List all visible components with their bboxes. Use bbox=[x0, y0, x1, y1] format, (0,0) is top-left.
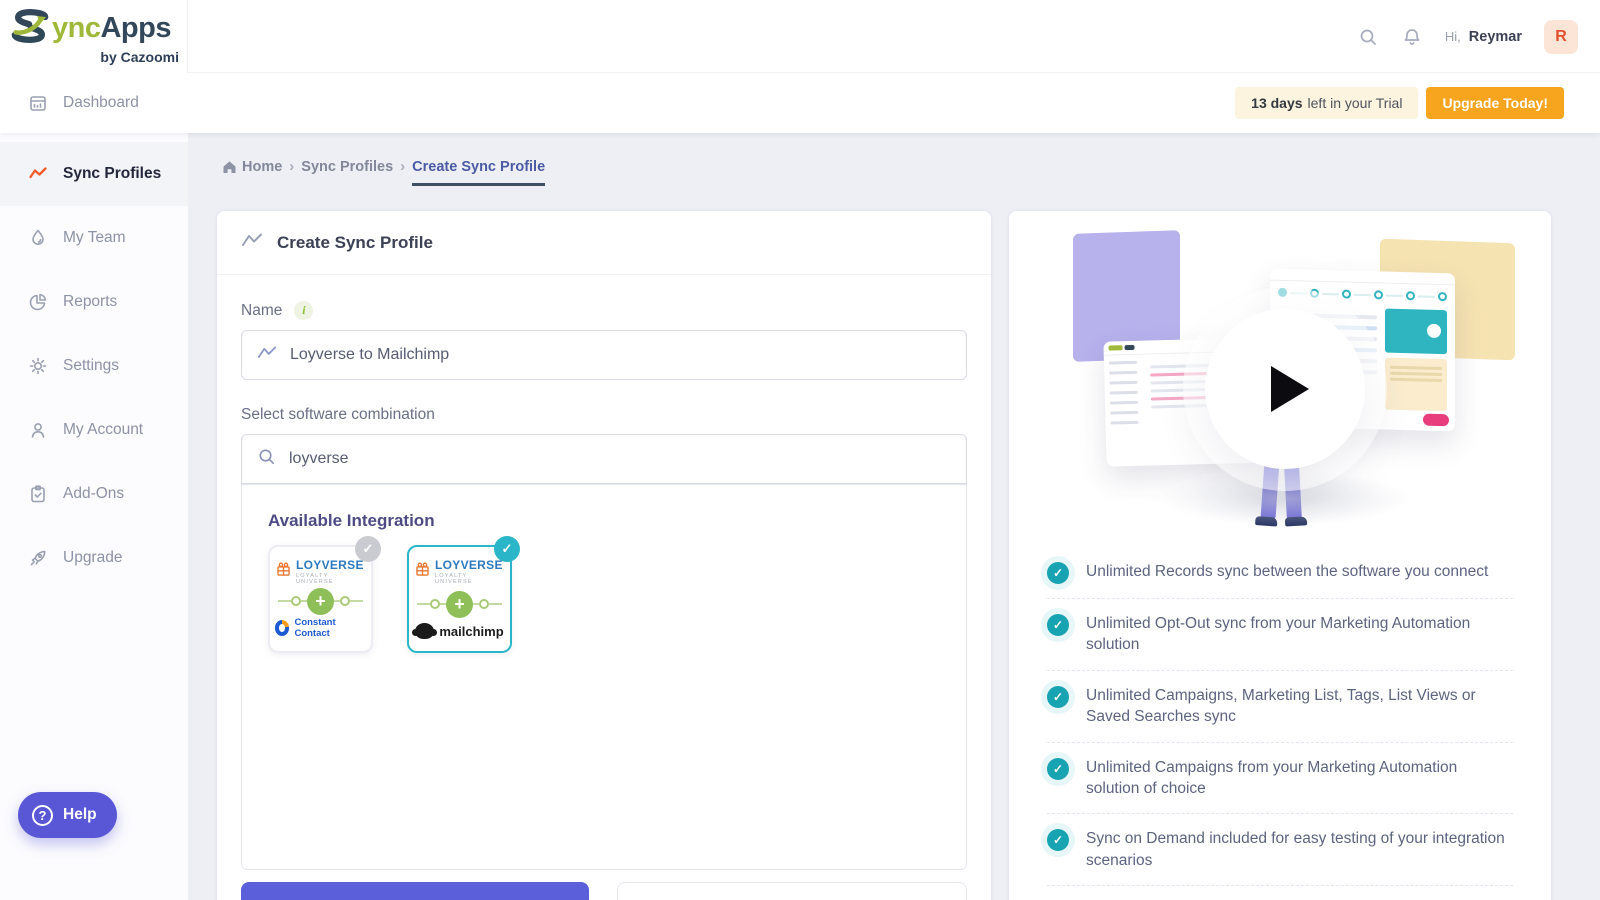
breadcrumb-chevron: › bbox=[400, 158, 405, 175]
plus-connector-icon: + bbox=[446, 591, 473, 618]
zigzag-icon bbox=[241, 232, 263, 253]
sidebar-item-label: Dashboard bbox=[63, 94, 139, 112]
sidebar-item-label: My Team bbox=[63, 229, 126, 247]
feature-check-icon: ✓ bbox=[1047, 614, 1069, 636]
feature-list: ✓ Unlimited Records sync between the sof… bbox=[1009, 541, 1551, 886]
top-header: yncApps by Cazoomi Hi, Reymar R bbox=[0, 0, 1600, 73]
sidebar-item-upgrade[interactable]: Upgrade bbox=[0, 526, 188, 590]
sidebar-item-sync-profiles[interactable]: Sync Profiles bbox=[0, 142, 188, 206]
breadcrumb-chevron: › bbox=[289, 158, 294, 175]
available-integration-heading: Available Integration bbox=[268, 511, 940, 531]
secondary-action-button[interactable] bbox=[617, 882, 967, 900]
combo-label: Select software combination bbox=[241, 406, 967, 424]
settings-icon bbox=[28, 356, 48, 376]
my-account-icon bbox=[28, 420, 48, 440]
trial-countdown: 13 days left in your Trial bbox=[1235, 87, 1418, 119]
help-button[interactable]: ? Help bbox=[18, 792, 117, 838]
zigzag-icon bbox=[257, 345, 277, 365]
breadcrumb-current: Create Sync Profile bbox=[412, 159, 545, 186]
trial-days: 13 days bbox=[1251, 95, 1302, 111]
sidebar-item-label: Reports bbox=[63, 293, 117, 311]
sub-header-band: Dashboard 13 days left in your Trial Upg… bbox=[0, 73, 1600, 133]
list-item: ✓ Unlimited Opt-Out sync from your Marke… bbox=[1047, 599, 1513, 671]
mini-chat-pill bbox=[1423, 414, 1449, 427]
trial-message: left in your Trial bbox=[1308, 95, 1403, 111]
profile-name-input[interactable] bbox=[290, 346, 951, 364]
search-field-wrap bbox=[241, 434, 967, 484]
integration-card-loyverse-mailchimp[interactable]: ✓ LOYVERSE LOYALTY UNIVERSE bbox=[407, 545, 512, 653]
promo-card: ✓ Unlimited Records sync between the sof… bbox=[1009, 211, 1551, 900]
constant-contact-logo bbox=[275, 620, 289, 636]
app-window: yncApps by Cazoomi Hi, Reymar R Dashboar… bbox=[0, 0, 1600, 900]
bell-icon[interactable] bbox=[1401, 26, 1423, 48]
upgrade-today-button[interactable]: Upgrade Today! bbox=[1426, 87, 1564, 119]
list-item: ✓ Sync on Demand included for easy testi… bbox=[1047, 814, 1513, 886]
info-icon[interactable]: i bbox=[294, 301, 313, 320]
sidebar-nav: Sync Profiles My Team Reports Settings M… bbox=[0, 133, 188, 900]
username-text[interactable]: Reymar bbox=[1469, 29, 1522, 45]
avatar[interactable]: R bbox=[1544, 20, 1578, 54]
syncapps-logo[interactable]: yncApps by Cazoomi bbox=[0, 0, 188, 73]
loyverse-logo: LOYVERSE bbox=[296, 559, 366, 571]
sidebar-item-my-account[interactable]: My Account bbox=[0, 398, 188, 462]
play-video-button[interactable] bbox=[1205, 309, 1365, 469]
list-item: ✓ Unlimited Campaigns from your Marketin… bbox=[1047, 743, 1513, 815]
sidebar-item-dashboard[interactable]: Dashboard bbox=[0, 73, 188, 133]
sidebar-item-my-team[interactable]: My Team bbox=[0, 206, 188, 270]
question-icon: ? bbox=[32, 805, 53, 826]
sidebar-item-settings[interactable]: Settings bbox=[0, 334, 188, 398]
reports-icon bbox=[28, 292, 48, 312]
page-title: Create Sync Profile bbox=[277, 233, 433, 253]
dashboard-icon bbox=[28, 93, 48, 113]
list-item: ✓ Unlimited Records sync between the sof… bbox=[1047, 547, 1513, 599]
sidebar-item-label: Add-Ons bbox=[63, 485, 124, 503]
video-illustration bbox=[1009, 211, 1551, 541]
feature-check-icon: ✓ bbox=[1047, 686, 1069, 708]
plus-connector-icon: + bbox=[307, 588, 334, 615]
play-icon bbox=[1271, 366, 1309, 412]
breadcrumb-home[interactable]: Home bbox=[222, 159, 282, 175]
syncapps-s-icon bbox=[10, 9, 50, 48]
sync-connector: + bbox=[278, 588, 363, 615]
sync-profiles-icon bbox=[28, 164, 48, 184]
loyverse-gift-icon bbox=[414, 561, 431, 583]
logo-wordmark: yncApps bbox=[52, 14, 171, 43]
my-team-icon bbox=[28, 228, 48, 248]
mini-video-thumb bbox=[1385, 309, 1447, 355]
mailchimp-logo bbox=[415, 623, 434, 639]
name-label: Name bbox=[241, 302, 282, 320]
logo-tagline: by Cazoomi bbox=[10, 49, 187, 65]
breadcrumb-sync-profiles[interactable]: Sync Profiles bbox=[301, 159, 393, 175]
selected-check-icon[interactable]: ✓ bbox=[494, 536, 520, 562]
sidebar-item-label: Upgrade bbox=[63, 549, 122, 567]
sidebar-item-label: Settings bbox=[63, 357, 119, 375]
upgrade-rocket-icon bbox=[28, 548, 48, 568]
create-sync-profile-card: Create Sync Profile Name i Select softwa… bbox=[217, 211, 991, 900]
sidebar-item-add-ons[interactable]: Add-Ons bbox=[0, 462, 188, 526]
software-search-input[interactable] bbox=[289, 450, 951, 468]
loyverse-gift-icon bbox=[275, 561, 292, 583]
shadow-ellipse bbox=[1160, 471, 1410, 526]
feature-check-icon: ✓ bbox=[1047, 758, 1069, 780]
feature-check-icon: ✓ bbox=[1047, 829, 1069, 851]
search-icon[interactable] bbox=[1357, 26, 1379, 48]
sidebar-item-reports[interactable]: Reports bbox=[0, 270, 188, 334]
sidebar-item-label: Sync Profiles bbox=[63, 165, 161, 183]
list-item: ✓ Unlimited Campaigns, Marketing List, T… bbox=[1047, 671, 1513, 743]
name-field-wrap bbox=[241, 330, 967, 380]
unselected-check-icon[interactable]: ✓ bbox=[355, 536, 381, 562]
breadcrumb: Home › Sync Profiles › Create Sync Profi… bbox=[222, 158, 545, 175]
loyverse-logo: LOYVERSE bbox=[435, 559, 505, 571]
feature-check-icon: ✓ bbox=[1047, 562, 1069, 584]
home-icon bbox=[222, 160, 237, 174]
search-input-icon bbox=[257, 447, 276, 471]
integration-results-panel: Available Integration ✓ LOYVERSE LOYALTY… bbox=[241, 484, 967, 870]
greeting-text: Hi, bbox=[1445, 29, 1461, 44]
primary-action-button[interactable] bbox=[241, 882, 589, 900]
mini-contact-box bbox=[1385, 358, 1447, 412]
sidebar-item-label: My Account bbox=[63, 421, 143, 439]
integration-card-loyverse-constant-contact[interactable]: ✓ LOYVERSE LOYALTY UNIVERSE bbox=[268, 545, 373, 653]
add-ons-icon bbox=[28, 484, 48, 504]
sync-connector: + bbox=[417, 591, 502, 618]
